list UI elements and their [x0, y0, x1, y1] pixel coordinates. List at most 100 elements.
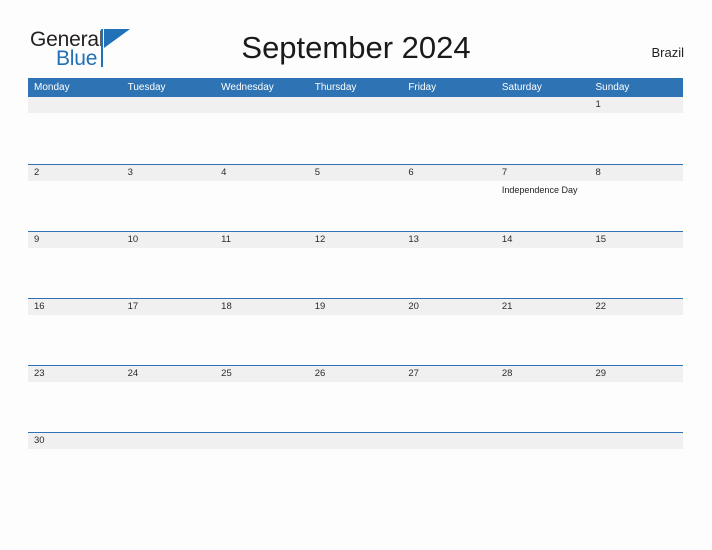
day-cell-empty[interactable]	[121, 433, 216, 499]
day-cell[interactable]: 10	[121, 232, 216, 298]
day-number	[402, 433, 496, 449]
weekday-header-wednesday: Wednesday	[221, 82, 274, 93]
day-cell[interactable]: 6	[402, 165, 496, 231]
day-number: 5	[314, 167, 321, 178]
day-number: 1	[595, 99, 601, 110]
day-number: 27	[408, 368, 419, 379]
day-cell[interactable]: 20	[402, 299, 496, 365]
day-cell-empty[interactable]	[402, 97, 496, 164]
day-cell[interactable]: 28	[495, 366, 590, 432]
day-cell[interactable]: 18	[215, 299, 309, 365]
week-cells: 16 17 18 19 20 21 22	[28, 299, 684, 365]
day-cell-empty[interactable]	[308, 433, 403, 499]
day-number: 3	[127, 167, 133, 178]
day-cell[interactable]: 9	[28, 232, 122, 298]
day-number	[28, 97, 122, 113]
day-cell[interactable]: 2	[28, 165, 122, 231]
weeks-container: 1 2 3 4 5 6 7 Independence Day 8 9 10 11 12 13 14 15 16 1…	[28, 97, 684, 499]
day-number: 6	[408, 167, 414, 178]
day-number	[309, 433, 403, 449]
weekday-header-saturday: Saturday	[501, 82, 542, 93]
day-cell[interactable]: 11	[215, 232, 309, 298]
day-cell[interactable]: 27	[402, 366, 496, 432]
week-cells: 2 3 4 5 6 7 Independence Day 8	[28, 165, 684, 231]
day-number: 8	[595, 167, 601, 178]
weekday-header-monday: Monday	[34, 82, 70, 93]
weekday-header-row: Monday Tuesday Wednesday Thursday Friday Satu…	[28, 78, 683, 97]
day-number	[496, 433, 590, 449]
weekday-header-tuesday: Tuesday	[127, 82, 166, 93]
weekday-header-sunday: Sunday	[595, 82, 630, 93]
day-cell[interactable]: 7 Independence Day	[495, 165, 590, 231]
day-number: 11	[221, 234, 232, 245]
day-cell-empty[interactable]	[215, 97, 309, 164]
day-number: 10	[127, 234, 139, 245]
week-row: 30	[28, 432, 684, 499]
day-number	[589, 433, 683, 449]
day-cell-empty[interactable]	[308, 97, 403, 164]
week-cells: 1	[28, 97, 684, 164]
day-number: 12	[314, 234, 326, 245]
weekday-header-friday: Friday	[408, 82, 437, 93]
day-cell-empty[interactable]	[121, 97, 216, 164]
day-cell[interactable]: 29	[589, 366, 684, 432]
day-number: 14	[501, 234, 513, 245]
week-row: 1	[28, 97, 684, 164]
day-number: 23	[34, 368, 45, 379]
day-cell[interactable]: 1	[589, 97, 684, 164]
day-cell[interactable]: 23	[28, 366, 122, 432]
day-number	[496, 97, 590, 113]
day-cell-empty[interactable]	[215, 433, 309, 499]
day-number: 7	[501, 167, 508, 178]
day-cell[interactable]: 8	[589, 165, 684, 231]
day-number: 19	[314, 301, 326, 312]
day-number: 9	[34, 234, 40, 245]
week-row: 2 3 4 5 6 7 Independence Day 8	[28, 164, 684, 231]
day-number	[122, 433, 216, 449]
day-number: 21	[501, 301, 513, 312]
day-cell[interactable]: 4	[215, 165, 309, 231]
day-cell[interactable]: 16	[28, 299, 122, 365]
day-cell[interactable]: 15	[589, 232, 684, 298]
day-cell[interactable]: 30	[28, 433, 122, 499]
week-cells: 30	[28, 433, 684, 499]
day-cell-empty[interactable]	[402, 433, 496, 499]
day-cell[interactable]: 5	[308, 165, 403, 231]
day-cell[interactable]: 24	[121, 366, 216, 432]
page-title: September 2024	[241, 30, 471, 65]
week-cells: 9 10 11 12 13 14 15	[28, 232, 684, 298]
week-row: 16 17 18 19 20 21 22	[28, 298, 684, 365]
day-cell[interactable]: 17	[121, 299, 216, 365]
day-number: 2	[34, 167, 40, 178]
day-cell-empty[interactable]	[28, 97, 122, 164]
page-header: General Blue September 2024 Brazil	[0, 0, 712, 78]
day-number: 18	[221, 301, 232, 312]
day-number: 24	[127, 368, 139, 379]
day-cell-empty[interactable]	[495, 433, 590, 499]
day-events: Independence Day	[496, 181, 590, 196]
day-cell[interactable]: 12	[308, 232, 403, 298]
day-cell-empty[interactable]	[495, 97, 590, 164]
day-cell[interactable]: 25	[215, 366, 309, 432]
day-number: 4	[221, 167, 227, 178]
day-cell[interactable]: 21	[495, 299, 590, 365]
day-cell[interactable]: 22	[589, 299, 684, 365]
day-number: 28	[501, 368, 513, 379]
day-number: 26	[314, 368, 326, 379]
day-number: 22	[595, 301, 607, 312]
week-cells: 23 24 25 26 27 28 29	[28, 366, 684, 432]
week-row: 23 24 25 26 27 28 29	[28, 365, 684, 432]
day-cell-empty[interactable]	[589, 433, 684, 499]
day-number: 29	[595, 368, 607, 379]
calendar-page: General Blue September 2024 Brazil Monda…	[0, 0, 712, 550]
day-cell[interactable]: 26	[308, 366, 403, 432]
day-cell[interactable]: 19	[308, 299, 403, 365]
day-cell[interactable]: 13	[402, 232, 496, 298]
day-number: 15	[595, 234, 607, 245]
holiday-event: Independence Day	[501, 185, 578, 195]
day-number	[215, 433, 309, 449]
day-number: 17	[127, 301, 139, 312]
day-number: 25	[221, 368, 232, 379]
day-cell[interactable]: 14	[495, 232, 590, 298]
day-cell[interactable]: 3	[121, 165, 216, 231]
